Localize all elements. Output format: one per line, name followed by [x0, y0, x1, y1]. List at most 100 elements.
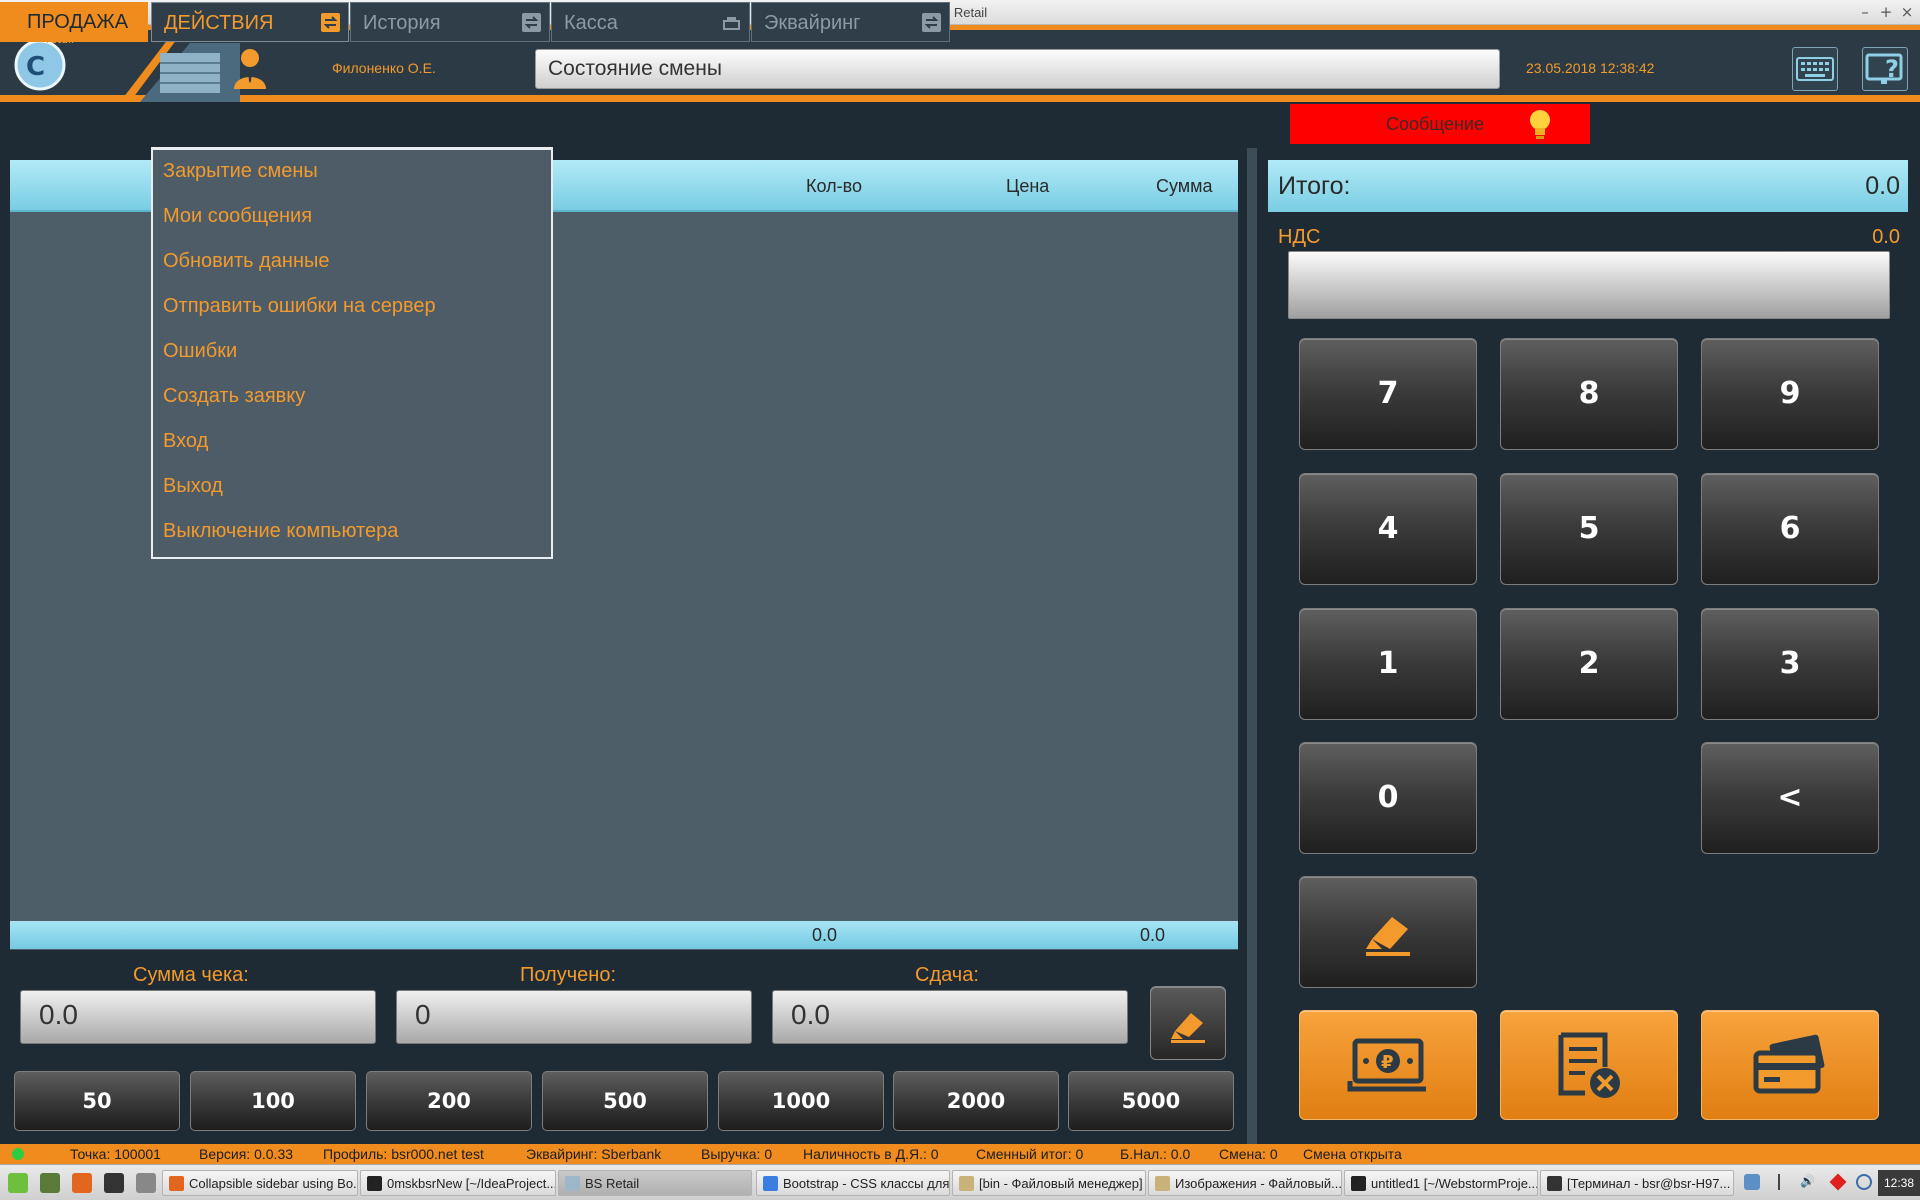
taskbar-task[interactable]: Collapsible sidebar using Bo... — [162, 1170, 358, 1196]
lightbulb-icon — [1530, 110, 1550, 139]
key-clear[interactable] — [1299, 876, 1477, 988]
tab-cash[interactable]: Касса — [551, 2, 750, 42]
tray-volume-icon[interactable]: 🔊 — [1800, 1174, 1816, 1190]
svg-text:₽: ₽ — [1381, 1052, 1394, 1073]
tab-history-label: История — [363, 12, 441, 34]
key-3[interactable]: 3 — [1701, 608, 1879, 720]
datetime: 23.05.2018 12:38:42 — [1526, 60, 1655, 76]
folder-icon — [959, 1176, 974, 1191]
quick-amount-1000[interactable]: 1000 — [718, 1071, 884, 1131]
actions-dropdown-menu: Закрытие смены Мои сообщения Обновить да… — [151, 147, 553, 559]
change-field[interactable]: 0.0 — [772, 990, 1128, 1044]
tab-cash-label: Касса — [564, 12, 618, 34]
files-icon[interactable] — [136, 1173, 156, 1193]
footer-qty-total: 0.0 — [812, 925, 838, 945]
app-icon — [565, 1176, 580, 1191]
footer-sum-total: 0.0 — [1140, 925, 1166, 945]
status-shift-total: Сменный итог: 0 — [976, 1146, 1084, 1162]
tab-acquiring-label: Эквайринг — [764, 12, 861, 34]
pay-card-button[interactable] — [1701, 1010, 1879, 1120]
svg-text:?: ? — [1885, 55, 1899, 83]
tab-history[interactable]: История — [350, 2, 550, 42]
key-1[interactable]: 1 — [1299, 608, 1477, 720]
receipt-sum-label: Сумма чека: — [133, 964, 249, 986]
firefox-icon[interactable] — [72, 1173, 92, 1193]
tray-shield-icon[interactable] — [1856, 1174, 1872, 1190]
menu-item-shutdown[interactable]: Выключение компьютера — [163, 520, 398, 543]
key-5[interactable]: 5 — [1500, 473, 1678, 585]
keyboard-button[interactable] — [1792, 47, 1838, 91]
key-7[interactable]: 7 — [1299, 338, 1477, 450]
key-2[interactable]: 2 — [1500, 608, 1678, 720]
panel-divider — [1247, 148, 1257, 1144]
taskbar-task[interactable]: [Терминал - bsr@bsr-H97... — [1540, 1170, 1734, 1196]
received-field[interactable]: 0 — [396, 990, 752, 1044]
quick-amount-200[interactable]: 200 — [366, 1071, 532, 1131]
user-icon — [234, 49, 266, 89]
receipt-cancel-icon — [1558, 1032, 1620, 1098]
taskbar-task[interactable]: Изображения - Файловый... — [1148, 1170, 1342, 1196]
tab-acquiring[interactable]: Эквайринг — [751, 2, 950, 42]
total-value: 0.0 — [1865, 172, 1900, 200]
key-8[interactable]: 8 — [1500, 338, 1678, 450]
taskbar-task-active[interactable]: BS Retail — [558, 1170, 752, 1196]
pay-cash-button[interactable]: ₽ — [1299, 1010, 1477, 1120]
quick-amount-2000[interactable]: 2000 — [893, 1071, 1059, 1131]
key-4[interactable]: 4 — [1299, 473, 1477, 585]
key-backspace[interactable]: < — [1701, 742, 1879, 854]
taskbar-task[interactable]: untitled1 [~/WebstormProje... — [1344, 1170, 1538, 1196]
taskbar-task[interactable]: Bootstrap - CSS классы для... — [756, 1170, 950, 1196]
received-label: Получено: — [520, 964, 616, 986]
taskbar-clock[interactable]: 12:38 — [1878, 1170, 1920, 1196]
os-taskbar: Collapsible sidebar using Bo... 0mskbsrN… — [0, 1164, 1920, 1200]
show-desktop-icon[interactable] — [40, 1173, 60, 1193]
tray-alert-icon[interactable] — [1829, 1173, 1847, 1191]
cash-register-icon — [723, 17, 740, 30]
help-button[interactable]: ? — [1862, 47, 1908, 91]
quick-amount-100[interactable]: 100 — [190, 1071, 356, 1131]
tray-pen-icon[interactable] — [1778, 1174, 1794, 1190]
close-icon[interactable]: × — [1898, 3, 1916, 21]
status-bar: Точка: 100001 Версия: 0.0.33 Профиль: bs… — [0, 1144, 1920, 1164]
change-label: Сдача: — [915, 964, 979, 986]
cancel-receipt-button[interactable] — [1500, 1010, 1678, 1120]
tab-actions[interactable]: ДЕЙСТВИЯ — [151, 2, 349, 42]
switch-arrows-icon — [522, 13, 541, 32]
menu-item-create-request[interactable]: Создать заявку — [163, 385, 305, 408]
quick-amount-500[interactable]: 500 — [542, 1071, 708, 1131]
key-6[interactable]: 6 — [1701, 473, 1879, 585]
tray-network-icon[interactable] — [1744, 1174, 1760, 1190]
key-9[interactable]: 9 — [1701, 338, 1879, 450]
vat-value: 0.0 — [1872, 226, 1900, 248]
taskbar-task[interactable]: [bin - Файловый менеджер] — [952, 1170, 1146, 1196]
menu-item-errors[interactable]: Ошибки — [163, 340, 237, 363]
key-0[interactable]: 0 — [1299, 742, 1477, 854]
maximize-icon[interactable]: + — [1877, 3, 1895, 21]
minimize-icon[interactable]: – — [1856, 3, 1874, 21]
menu-item-my-messages[interactable]: Мои сообщения — [163, 205, 312, 228]
terminal-icon — [1547, 1176, 1562, 1191]
start-menu-icon[interactable] — [8, 1173, 28, 1193]
chrome-icon — [763, 1176, 778, 1191]
menu-item-close-shift[interactable]: Закрытие смены — [163, 160, 318, 183]
keypad-display[interactable] — [1288, 251, 1890, 319]
message-indicator[interactable]: Сообщение — [1290, 104, 1590, 144]
menu-item-logout[interactable]: Выход — [163, 475, 223, 498]
menu-item-refresh-data[interactable]: Обновить данные — [163, 250, 330, 273]
quick-amount-5000[interactable]: 5000 — [1068, 1071, 1234, 1131]
quick-amount-50[interactable]: 50 — [14, 1071, 180, 1131]
taskbar-task[interactable]: 0mskbsrNew [~/IdeaProject... — [360, 1170, 556, 1196]
menu-item-login[interactable]: Вход — [163, 430, 208, 453]
status-point: Точка: 100001 — [70, 1146, 161, 1162]
total-bar: Итого: 0.0 — [1268, 160, 1908, 212]
credit-card-icon — [1753, 1034, 1825, 1094]
switch-arrows-icon — [321, 13, 340, 32]
menu-item-send-errors[interactable]: Отправить ошибки на сервер — [163, 295, 436, 318]
tab-sale[interactable]: ПРОДАЖА — [0, 2, 148, 42]
status-profile: Профиль: bsr000.net test — [323, 1146, 484, 1162]
status-shift-open: Смена открыта — [1303, 1146, 1402, 1162]
receipt-sum-field[interactable]: 0.0 — [20, 990, 376, 1044]
clear-received-button[interactable] — [1150, 986, 1226, 1060]
terminal-icon[interactable] — [104, 1173, 124, 1193]
status-cash-in-drawer: Наличность в Д.Я.: 0 — [803, 1146, 939, 1162]
